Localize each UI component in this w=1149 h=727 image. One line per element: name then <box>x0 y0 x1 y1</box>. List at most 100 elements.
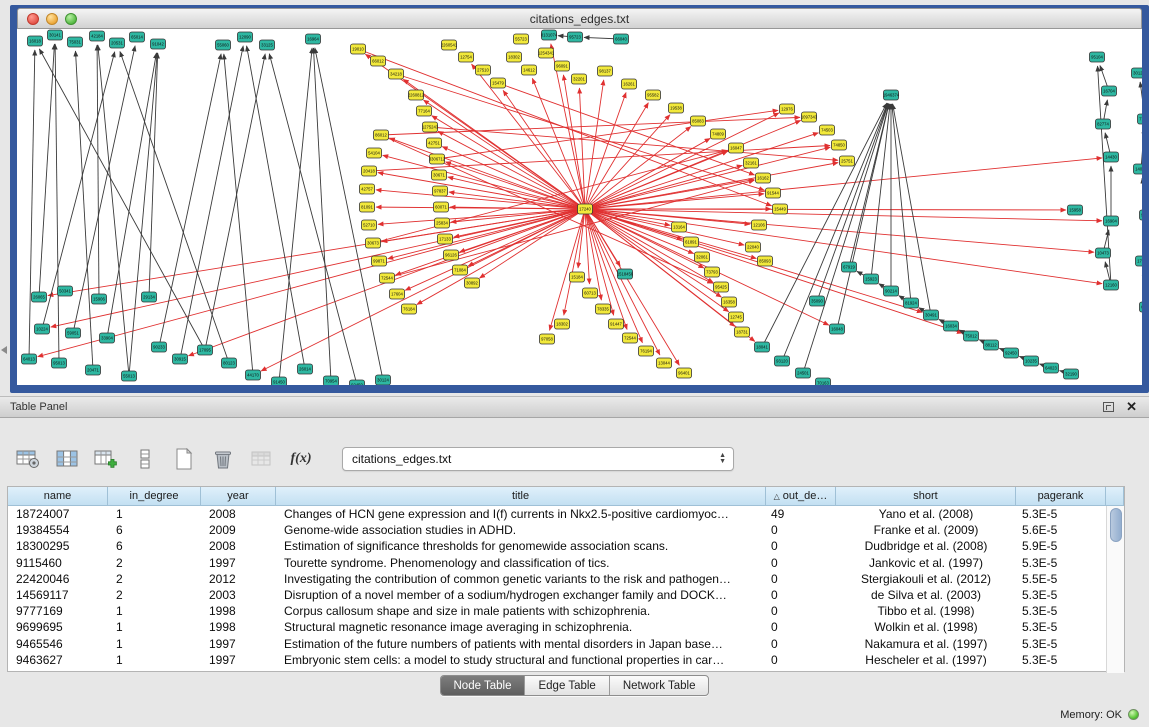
network-node[interactable]: 61891 <box>684 237 699 247</box>
table-row[interactable]: 946362711997Embryonic stem cells: a mode… <box>8 652 1124 668</box>
network-edge[interactable] <box>585 209 744 245</box>
network-node[interactable]: 91544 <box>766 188 781 198</box>
network-edge[interactable] <box>29 50 35 359</box>
network-node[interactable]: 34218 <box>389 69 404 79</box>
network-node[interactable]: 97837 <box>433 186 448 196</box>
network-node[interactable]: 55013 <box>122 371 137 381</box>
network-node[interactable]: 18302 <box>555 319 570 329</box>
network-node[interactable]: 30491 <box>924 310 939 320</box>
column-header-out_degree[interactable]: △out_de… <box>766 487 836 506</box>
network-node[interactable]: 71084 <box>453 265 468 275</box>
network-node[interactable]: 60713 <box>583 288 598 298</box>
network-node[interactable]: 81091 <box>360 202 375 212</box>
network-node[interactable]: 16358 <box>722 297 737 307</box>
network-node[interactable]: 86012 <box>374 130 389 140</box>
row-view-icon[interactable] <box>131 445 159 473</box>
tab-node-table[interactable]: Node Table <box>441 676 526 695</box>
network-node[interactable]: 16048 <box>830 324 845 334</box>
network-node[interactable]: 30915 <box>173 354 188 364</box>
network-node[interactable]: 18302 <box>507 52 522 62</box>
network-node[interactable]: 44170 <box>246 370 261 380</box>
network-edge[interactable] <box>837 104 889 329</box>
network-node[interactable]: 10473 <box>1096 248 1111 258</box>
network-node[interactable]: 77164 <box>417 106 432 116</box>
network-node[interactable]: 26014 <box>298 364 313 374</box>
network-node[interactable]: 17240 <box>578 204 593 214</box>
tab-network-table[interactable]: Network Table <box>610 676 709 695</box>
network-node[interactable]: 92450 <box>350 380 365 385</box>
network-node[interactable]: 16964 <box>306 34 321 44</box>
network-node[interactable]: 16904 <box>1104 216 1119 226</box>
network-node[interactable]: 27510 <box>476 65 491 75</box>
network-node[interactable]: 85083 <box>691 116 706 126</box>
network-node[interactable]: 75012 <box>964 331 979 341</box>
network-node[interactable]: 13164 <box>672 222 687 232</box>
network-node[interactable]: 78335 <box>596 304 611 314</box>
network-node[interactable]: 25834 <box>435 218 450 228</box>
network-node[interactable]: 12976 <box>780 104 795 114</box>
network-edge[interactable] <box>472 64 585 209</box>
network-node[interactable]: 10224 <box>35 324 50 334</box>
network-edge[interactable] <box>315 48 383 380</box>
network-edge[interactable] <box>73 46 135 333</box>
network-node[interactable]: 42184 <box>90 31 105 41</box>
network-node[interactable]: 95425 <box>714 282 729 292</box>
zoom-window-icon[interactable] <box>65 13 77 25</box>
network-node[interactable]: 97058 <box>540 334 555 344</box>
close-window-icon[interactable] <box>27 13 39 25</box>
minimize-window-icon[interactable] <box>46 13 58 25</box>
network-node[interactable]: 65014 <box>130 32 145 42</box>
network-edge[interactable] <box>120 51 229 363</box>
function-builder-icon[interactable]: f(x) <box>287 445 315 473</box>
column-header-pagerank[interactable]: pagerank <box>1016 487 1106 506</box>
network-node[interactable]: 30671 <box>432 170 447 180</box>
table-selector-combo[interactable]: citations_edges.txt ▲▼ <box>342 447 734 471</box>
network-node[interactable]: 32161 <box>744 158 759 168</box>
network-node[interactable]: 18041 <box>755 342 770 352</box>
network-edge[interactable] <box>585 80 604 209</box>
network-edge[interactable] <box>279 48 312 382</box>
network-node[interactable]: 91450 <box>272 377 287 385</box>
column-header-name[interactable]: name <box>8 487 108 506</box>
network-node[interactable]: 75031 <box>68 37 83 47</box>
network-node[interactable]: 16034 <box>944 321 959 331</box>
network-node[interactable]: 26065 <box>32 292 47 302</box>
network-edge[interactable] <box>97 45 99 299</box>
network-node[interactable]: 74809 <box>711 129 726 139</box>
network-node[interactable]: 64104 <box>1140 302 1143 312</box>
network-node[interactable]: 88112 <box>984 340 999 350</box>
network-node[interactable]: 93120 <box>775 356 790 366</box>
network-edge[interactable] <box>261 209 585 371</box>
network-node[interactable]: 96091 <box>555 61 570 71</box>
network-node[interactable]: 77104 <box>1138 114 1143 124</box>
network-node[interactable]: 14059 <box>1134 164 1143 174</box>
network-node[interactable]: 74503 <box>820 125 835 135</box>
network-node[interactable]: 16162 <box>756 173 771 183</box>
network-node[interactable]: 15923 <box>864 274 879 284</box>
network-node[interactable]: 96126 <box>444 250 459 260</box>
table-add-icon[interactable] <box>92 445 120 473</box>
close-panel-icon[interactable]: ✕ <box>1126 402 1137 412</box>
network-node[interactable]: 20418 <box>362 166 377 176</box>
network-node[interactable]: 10235 <box>1024 356 1039 366</box>
network-node[interactable]: 76184 <box>402 304 417 314</box>
network-node[interactable]: 30673 <box>366 238 381 248</box>
network-node[interactable]: 20531 <box>110 38 125 48</box>
network-node[interactable]: 17133 <box>438 234 453 244</box>
network-edge[interactable] <box>762 103 887 347</box>
network-node[interactable]: 64013 <box>22 354 37 364</box>
network-node[interactable]: 91042 <box>151 39 166 49</box>
network-edge[interactable] <box>378 173 585 209</box>
network-edge[interactable] <box>269 54 357 385</box>
network-node[interactable]: 22040 <box>746 242 761 252</box>
network-node[interactable]: 17702 <box>1136 256 1143 266</box>
network-node[interactable]: 14612 <box>522 65 537 75</box>
network-node[interactable]: 30125 <box>1132 68 1143 78</box>
network-node[interactable]: 52710 <box>362 220 377 230</box>
network-node[interactable]: 2260812 <box>408 90 425 100</box>
network-node[interactable]: 92450 <box>1004 348 1019 358</box>
network-edge[interactable] <box>892 104 911 303</box>
network-node[interactable]: 17095 <box>198 345 213 355</box>
table-row[interactable]: 977716911998Corpus callosum shape and si… <box>8 603 1124 619</box>
network-edge[interactable] <box>585 163 838 209</box>
